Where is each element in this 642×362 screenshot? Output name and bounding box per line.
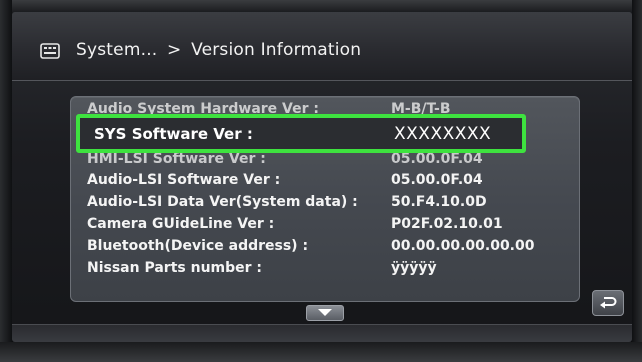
info-row: Camera GUideLine Ver : P02F.02.10.01 bbox=[71, 216, 579, 235]
breadcrumb-current: Version Information bbox=[191, 40, 362, 60]
row-label: Bluetooth(Device address) : bbox=[87, 238, 309, 254]
info-row: Audio-LSI Software Ver : 05.00.0F.04 bbox=[71, 172, 579, 191]
header-bar: System... > Version Information bbox=[12, 12, 632, 81]
bezel-bottom bbox=[0, 342, 642, 362]
row-value: 00.00.00.00.00.00 bbox=[391, 238, 535, 254]
sys-software-value: XXXXXXXX bbox=[394, 124, 492, 144]
row-label: Audio-LSI Data Ver(System data) : bbox=[87, 194, 358, 210]
info-row: Audio-LSI Data Ver(System data) : 50.F4.… bbox=[71, 194, 579, 213]
bezel-left bbox=[0, 0, 12, 362]
display-screen: System... > Version Information Audio Sy… bbox=[12, 12, 632, 342]
scroll-down-button[interactable] bbox=[306, 305, 344, 321]
return-arrow-icon bbox=[600, 297, 617, 309]
info-row: HMI-LSI Software Ver : 05.00.0F.04 bbox=[71, 151, 579, 170]
back-button[interactable] bbox=[592, 290, 624, 316]
status-strip bbox=[12, 324, 632, 342]
page-title: System... > Version Information bbox=[76, 40, 361, 60]
breadcrumb-separator: > bbox=[167, 40, 182, 60]
sys-software-label: SYS Software Ver : bbox=[94, 125, 253, 143]
row-label: Camera GUideLine Ver : bbox=[87, 216, 275, 232]
info-row: Nissan Parts number : ÿÿÿÿÿ bbox=[71, 260, 579, 279]
row-label: HMI-LSI Software Ver : bbox=[87, 151, 266, 167]
row-label: Nissan Parts number : bbox=[87, 260, 263, 276]
row-label: Audio-LSI Software Ver : bbox=[87, 172, 281, 188]
breadcrumb-parent[interactable]: System... bbox=[76, 40, 157, 60]
info-row: Bluetooth(Device address) : 00.00.00.00.… bbox=[71, 238, 579, 257]
row-value: P02F.02.10.01 bbox=[391, 216, 503, 232]
chevron-down-icon bbox=[318, 309, 332, 316]
bezel-right bbox=[632, 0, 642, 362]
row-value: ÿÿÿÿÿ bbox=[391, 260, 437, 276]
row-value: 50.F4.10.0D bbox=[391, 194, 487, 210]
list-screen-icon bbox=[40, 43, 60, 59]
row-value: 05.00.0F.04 bbox=[391, 151, 483, 167]
row-value: 05.00.0F.04 bbox=[391, 172, 483, 188]
highlighted-row-sys-software: SYS Software Ver : XXXXXXXX bbox=[76, 114, 526, 153]
